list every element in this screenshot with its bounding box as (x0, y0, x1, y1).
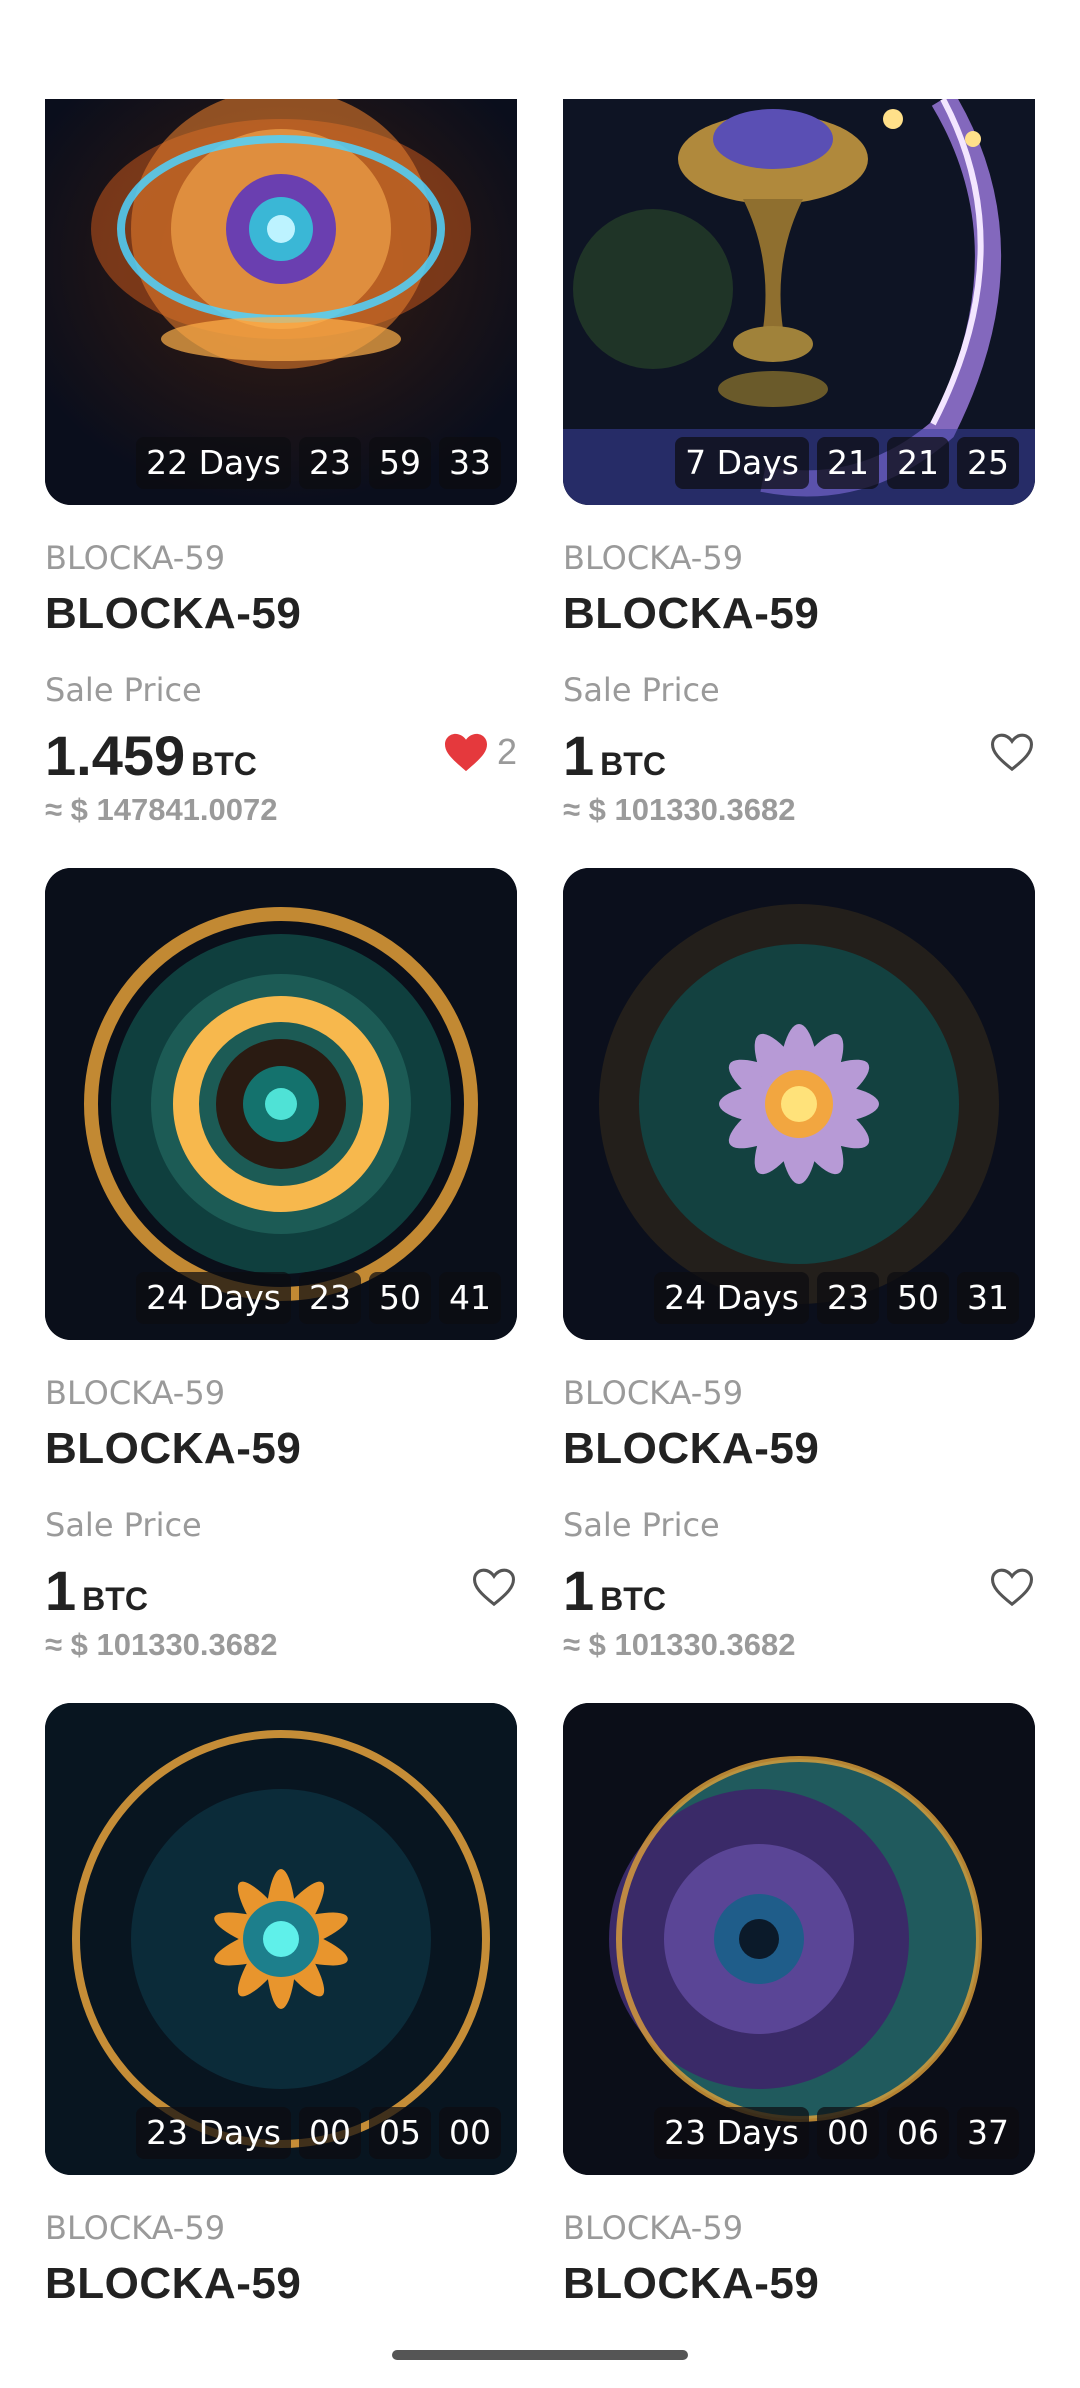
nft-card[interactable]: 7 Days 21 21 25 BLOCKA-59 BLOCKA-59 Sale… (563, 99, 1035, 828)
collection-name: BLOCKA-59 (45, 1374, 226, 1412)
price-row: 1 BTC (563, 723, 1035, 788)
like-button[interactable] (471, 1566, 517, 1608)
fiat-price: ≈ $ 101330.3682 (563, 792, 796, 827)
nft-card[interactable]: 24 Days 23 50 31 BLOCKA-59 BLOCKA-59 Sal… (563, 868, 1035, 1663)
price: 1 BTC (45, 1558, 148, 1623)
price-amount: 1 (563, 1559, 595, 1622)
nft-artwork[interactable]: 23 Days 00 06 37 (563, 1703, 1035, 2175)
countdown-timer: 23 Days 00 05 00 (136, 2107, 501, 2159)
timer-minutes: 05 (369, 2107, 431, 2159)
nft-card[interactable]: 24 Days 23 50 41 BLOCKA-59 BLOCKA-59 Sal… (45, 868, 517, 1663)
timer-days: 24 Days (654, 1272, 809, 1324)
timer-seconds: 41 (439, 1272, 501, 1324)
home-indicator[interactable] (392, 2350, 688, 2360)
nft-title: BLOCKA-59 (563, 589, 820, 638)
price-amount: 1 (563, 724, 595, 787)
nft-title: BLOCKA-59 (45, 589, 302, 638)
nft-artwork[interactable]: 7 Days 21 21 25 (563, 99, 1035, 505)
timer-hours: 23 (817, 1272, 879, 1324)
sale-price-label: Sale Price (563, 1506, 720, 1544)
timer-seconds: 31 (957, 1272, 1019, 1324)
timer-seconds: 25 (957, 437, 1019, 489)
timer-hours: 00 (817, 2107, 879, 2159)
timer-hours: 00 (299, 2107, 361, 2159)
price: 1 BTC (563, 723, 666, 788)
floral-sphere-artwork (563, 1703, 1035, 2175)
nft-artwork[interactable]: 24 Days 23 50 31 (563, 868, 1035, 1340)
sun-ring-artwork (45, 1703, 517, 2175)
timer-hours: 23 (299, 437, 361, 489)
nft-card[interactable]: 23 Days 00 06 37 BLOCKA-59 BLOCKA-59 (563, 1703, 1035, 2309)
heart-outline-icon (990, 1568, 1034, 1607)
price: 1.459 BTC (45, 723, 257, 788)
nft-artwork[interactable]: 22 Days 23 59 33 (45, 99, 517, 505)
fiat-price: ≈ $ 101330.3682 (45, 1627, 278, 1662)
collection-name: BLOCKA-59 (563, 1374, 744, 1412)
collection-name: BLOCKA-59 (563, 2209, 744, 2247)
nft-artwork[interactable]: 24 Days 23 50 41 (45, 868, 517, 1340)
timer-seconds: 33 (439, 437, 501, 489)
teal-mandala-artwork (45, 868, 517, 1340)
timer-minutes: 21 (887, 437, 949, 489)
fiat-price: ≈ $ 147841.0072 (45, 792, 278, 827)
nft-grid: 22 Days 23 59 33 BLOCKA-59 BLOCKA-59 Sal… (45, 99, 1035, 2309)
price-amount: 1 (45, 1559, 77, 1622)
price-unit: BTC (600, 1581, 666, 1617)
countdown-timer: 22 Days 23 59 33 (136, 437, 501, 489)
timer-minutes: 06 (887, 2107, 949, 2159)
like-button[interactable]: 2 (443, 731, 517, 773)
purple-flower-artwork (563, 868, 1035, 1340)
countdown-timer: 7 Days 21 21 25 (675, 437, 1019, 489)
nft-card[interactable]: 23 Days 00 05 00 BLOCKA-59 BLOCKA-59 (45, 1703, 517, 2309)
price: 1 BTC (563, 1558, 666, 1623)
timer-seconds: 37 (957, 2107, 1019, 2159)
like-count: 2 (496, 731, 517, 772)
heart-outline-icon (990, 733, 1034, 772)
nft-card[interactable]: 22 Days 23 59 33 BLOCKA-59 BLOCKA-59 Sal… (45, 99, 517, 828)
collection-name: BLOCKA-59 (563, 539, 744, 577)
price-row: 1.459 BTC 2 (45, 723, 517, 788)
countdown-timer: 24 Days 23 50 31 (654, 1272, 1019, 1324)
nft-title: BLOCKA-59 (563, 2259, 820, 2308)
collection-name: BLOCKA-59 (45, 2209, 226, 2247)
sale-price-label: Sale Price (45, 671, 202, 709)
like-button[interactable] (989, 731, 1035, 773)
like-button[interactable] (989, 1566, 1035, 1608)
timer-days: 23 Days (654, 2107, 809, 2159)
price-amount: 1.459 (45, 724, 186, 787)
collection-name: BLOCKA-59 (45, 539, 226, 577)
price-unit: BTC (600, 746, 666, 782)
timer-minutes: 50 (369, 1272, 431, 1324)
heart-outline-icon (472, 1568, 516, 1607)
timer-hours: 21 (817, 437, 879, 489)
timer-days: 23 Days (136, 2107, 291, 2159)
countdown-timer: 23 Days 00 06 37 (654, 2107, 1019, 2159)
price-unit: BTC (191, 746, 257, 782)
timer-minutes: 50 (887, 1272, 949, 1324)
fiat-price: ≈ $ 101330.3682 (563, 1627, 796, 1662)
heart-filled-icon (444, 733, 487, 772)
nft-artwork[interactable]: 23 Days 00 05 00 (45, 1703, 517, 2175)
price-row: 1 BTC (45, 1558, 517, 1623)
nft-title: BLOCKA-59 (563, 1424, 820, 1473)
sale-price-label: Sale Price (563, 671, 720, 709)
timer-minutes: 59 (369, 437, 431, 489)
timer-days: 24 Days (136, 1272, 291, 1324)
timer-days: 7 Days (675, 437, 809, 489)
timer-days: 22 Days (136, 437, 291, 489)
countdown-timer: 24 Days 23 50 41 (136, 1272, 501, 1324)
nft-title: BLOCKA-59 (45, 1424, 302, 1473)
timer-seconds: 00 (439, 2107, 501, 2159)
sale-price-label: Sale Price (45, 1506, 202, 1544)
price-row: 1 BTC (563, 1558, 1035, 1623)
price-unit: BTC (82, 1581, 148, 1617)
timer-hours: 23 (299, 1272, 361, 1324)
nft-title: BLOCKA-59 (45, 2259, 302, 2308)
